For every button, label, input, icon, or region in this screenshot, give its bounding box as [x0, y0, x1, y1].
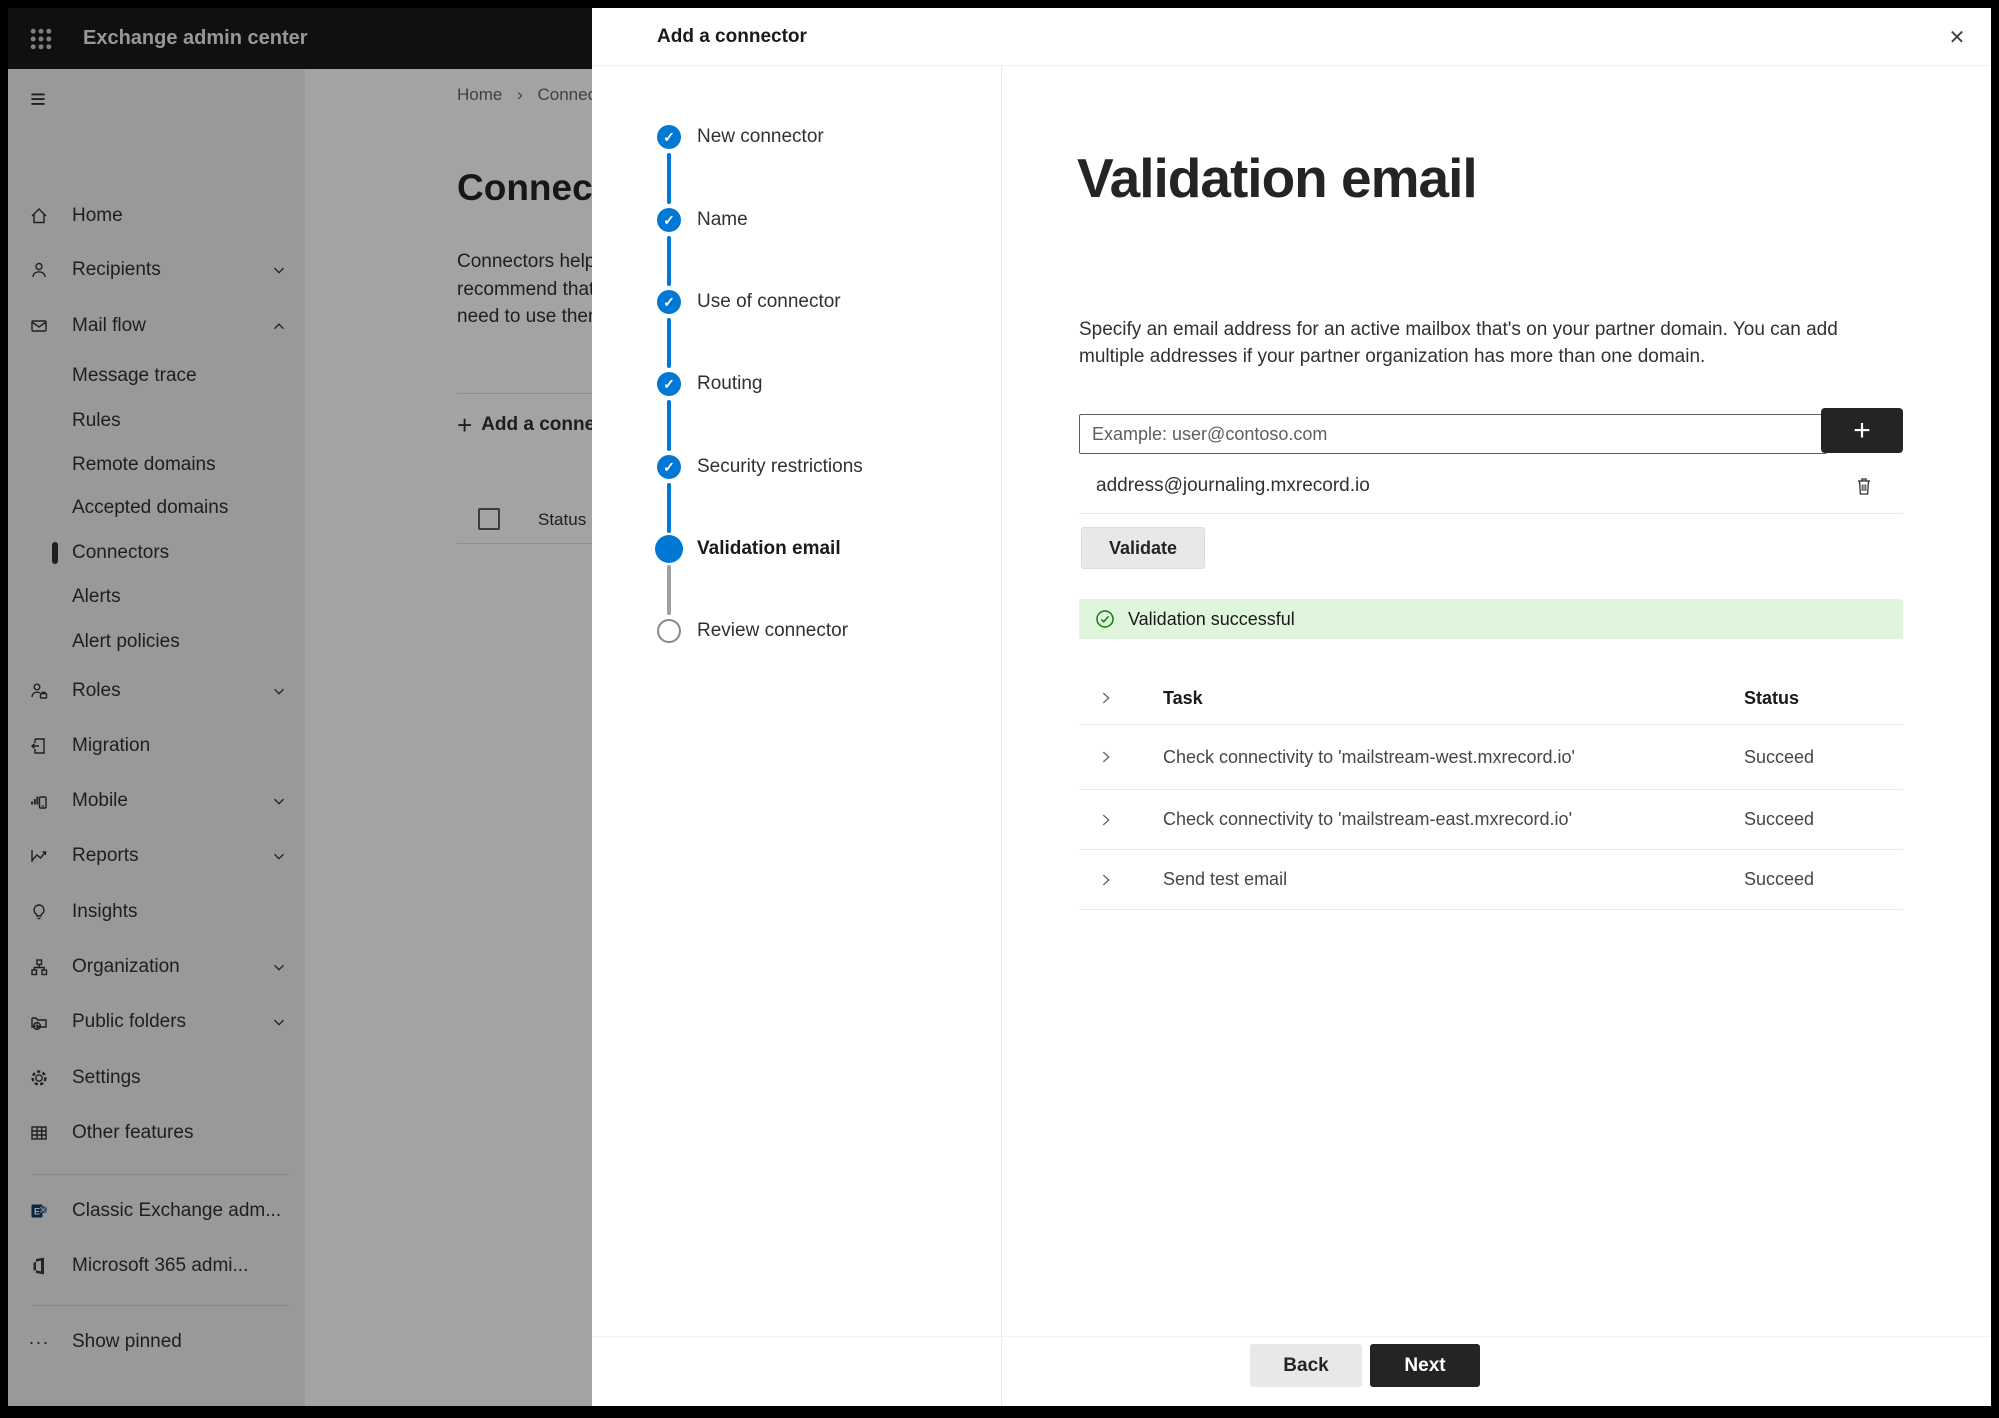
modal-dim-overlay — [8, 8, 592, 1406]
step-done-circle: ✓ — [657, 455, 681, 479]
validation-success-banner: Validation successful — [1079, 599, 1903, 639]
wizard-step-routing[interactable]: ✓ Routing — [592, 370, 992, 398]
status-value: Succeed — [1744, 809, 1815, 829]
exchange-admin-app: Exchange admin center ≡ Home Recipients — [8, 8, 1991, 1406]
divider — [1079, 513, 1903, 514]
status-value: Succeed — [1744, 746, 1815, 767]
wizard-divider — [1001, 66, 1002, 1406]
table-row[interactable]: Check connectivity to 'mailstream-east.m… — [1079, 790, 1903, 850]
validation-results-table: Task Status Check connectivity to 'mails… — [1079, 672, 1903, 910]
delete-address-button[interactable] — [1851, 472, 1877, 500]
add-connector-dialog: Add a connector ✕ ✓ New connector ✓ Name… — [592, 8, 1991, 1406]
step-connector-line — [667, 236, 671, 286]
trash-icon — [1858, 478, 1870, 495]
step-done-circle: ✓ — [657, 372, 681, 396]
banner-text: Validation successful — [1128, 609, 1295, 629]
added-email-address: address@journaling.mxrecord.io — [1096, 475, 1370, 496]
chevron-right-icon[interactable] — [1097, 811, 1115, 829]
step-done-circle: ✓ — [657, 125, 681, 149]
wizard-step-new-connector[interactable]: ✓ New connector — [592, 123, 992, 151]
close-icon[interactable]: ✕ — [1939, 19, 1975, 55]
wizard-step-review-connector[interactable]: Review connector — [592, 617, 992, 645]
step-current-circle — [655, 535, 683, 563]
wizard-step-name[interactable]: ✓ Name — [592, 206, 992, 234]
step-heading: Validation email — [1077, 147, 1478, 209]
dialog-title: Add a connector — [657, 26, 807, 47]
task-column-header: Task — [1163, 687, 1203, 708]
step-description: Specify an email address for an active m… — [1079, 319, 1838, 367]
chevron-right-icon[interactable] — [1097, 689, 1115, 707]
table-row[interactable]: Check connectivity to 'mailstream-west.m… — [1079, 725, 1903, 790]
wizard-step-validation-email[interactable]: Validation email — [592, 535, 992, 563]
step-connector-line — [667, 565, 671, 615]
step-connector-line — [667, 400, 671, 451]
step-connector-line — [667, 153, 671, 204]
step-done-circle: ✓ — [657, 208, 681, 232]
screenshot-frame: Exchange admin center ≡ Home Recipients — [0, 0, 1999, 1418]
footer-divider — [592, 1336, 1991, 1337]
status-value: Succeed — [1744, 869, 1815, 889]
step-connector-line — [667, 318, 671, 368]
chevron-right-icon[interactable] — [1097, 748, 1115, 766]
dialog-header-divider — [592, 65, 1991, 66]
back-button[interactable]: Back — [1250, 1344, 1362, 1387]
wizard-step-use-of-connector[interactable]: ✓ Use of connector — [592, 288, 992, 316]
wizard-step-security-restrictions[interactable]: ✓ Security restrictions — [592, 453, 992, 481]
status-column-header: Status — [1744, 687, 1800, 708]
step-todo-circle — [657, 619, 681, 643]
email-address-input[interactable] — [1079, 414, 1827, 454]
add-email-button[interactable]: + — [1821, 408, 1903, 453]
success-check-icon — [1095, 609, 1115, 629]
plus-icon: + — [1853, 413, 1871, 447]
step-connector-line — [667, 483, 671, 533]
table-row[interactable]: Send test email Succeed — [1079, 850, 1903, 910]
chevron-right-icon[interactable] — [1097, 871, 1115, 889]
step-done-circle: ✓ — [657, 290, 681, 314]
next-button[interactable]: Next — [1370, 1344, 1480, 1387]
validate-button[interactable]: Validate — [1081, 527, 1205, 569]
table-header-row: Task Status — [1079, 672, 1903, 725]
